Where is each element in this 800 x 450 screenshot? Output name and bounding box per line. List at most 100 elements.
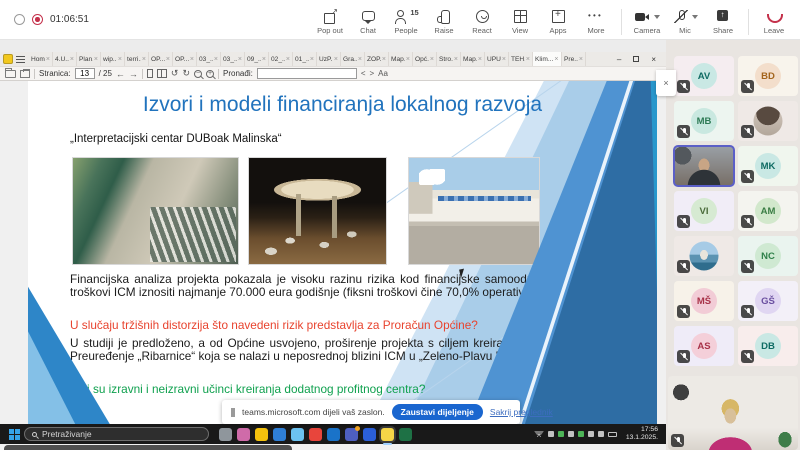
- participant-tile-self-woman[interactable]: [668, 376, 798, 450]
- start-button-icon[interactable]: [9, 429, 14, 434]
- pdf-tab-19[interactable]: Map...×: [461, 52, 485, 66]
- pdf-tab-15[interactable]: ZOP...×: [365, 52, 389, 66]
- chevron-down-icon[interactable]: [692, 15, 698, 19]
- pdf-tab-20[interactable]: UPU...×: [485, 52, 509, 66]
- tab-close-icon[interactable]: ×: [478, 56, 482, 63]
- tab-close-icon[interactable]: ×: [310, 56, 314, 63]
- pdf-tab-21[interactable]: TEH...×: [509, 52, 533, 66]
- tab-close-icon[interactable]: ×: [190, 56, 194, 63]
- zoom-in-icon[interactable]: +: [206, 70, 214, 78]
- meeting-control-popout[interactable]: Pop out: [312, 4, 348, 35]
- pdf-tab-16[interactable]: Map...×: [389, 52, 413, 66]
- window-minimize-button[interactable]: –: [617, 55, 621, 64]
- participant-tile-VI[interactable]: VI: [674, 191, 734, 231]
- pdf-tab-1[interactable]: Home×: [29, 52, 53, 66]
- back-arrow-icon[interactable]: ←: [116, 69, 125, 79]
- tab-close-icon[interactable]: ×: [334, 56, 338, 63]
- tray-app-icon[interactable]: [548, 431, 554, 437]
- pdf-tab-8[interactable]: 03_...×: [197, 52, 221, 66]
- find-input[interactable]: [257, 68, 357, 79]
- tab-close-icon[interactable]: ×: [526, 56, 530, 63]
- tab-close-icon[interactable]: ×: [142, 56, 146, 63]
- tab-close-icon[interactable]: ×: [502, 56, 506, 63]
- battery-icon[interactable]: [608, 432, 617, 437]
- meeting-control-view[interactable]: View: [502, 4, 538, 35]
- meeting-control-more[interactable]: More: [578, 4, 614, 35]
- zoom-out-icon[interactable]: −: [194, 70, 202, 78]
- find-previous-icon[interactable]: <: [361, 69, 366, 78]
- rotate-left-icon[interactable]: ↺: [171, 68, 179, 79]
- tray-shield-icon[interactable]: [558, 431, 564, 437]
- page-number-input[interactable]: [75, 68, 95, 79]
- tab-close-icon[interactable]: ×: [238, 56, 242, 63]
- find-next-icon[interactable]: >: [369, 69, 374, 78]
- participant-tile-GŠ[interactable]: GŠ: [738, 281, 798, 321]
- tab-close-icon[interactable]: ×: [94, 56, 98, 63]
- pdf-tab-17[interactable]: Opć...×: [413, 52, 437, 66]
- pdf-tab-18[interactable]: Stro...×: [437, 52, 461, 66]
- pdf-tab-10[interactable]: 09_...×: [245, 52, 269, 66]
- meeting-control-mic[interactable]: Mic: [667, 4, 703, 35]
- pdf-tab-13[interactable]: UzP...×: [317, 52, 341, 66]
- tab-close-icon[interactable]: ×: [406, 56, 410, 63]
- stop-sharing-button[interactable]: Zaustavi dijeljenje: [392, 404, 483, 420]
- tab-close-icon[interactable]: ×: [430, 56, 434, 63]
- taskbar-app-photos[interactable]: [363, 428, 376, 441]
- participant-tile-man-speaking[interactable]: [674, 146, 734, 186]
- taskbar-app-task-view[interactable]: [219, 428, 232, 441]
- taskbar-app-sumatra-pdf[interactable]: [381, 428, 394, 441]
- participant-tile-AM[interactable]: AM: [738, 191, 798, 231]
- meeting-control-people[interactable]: 15People: [388, 4, 424, 35]
- taskbar-app-file-explorer[interactable]: [255, 428, 268, 441]
- window-maximize-button[interactable]: [633, 55, 639, 64]
- pdf-tab-23[interactable]: Pre...×: [562, 52, 586, 66]
- tab-close-icon[interactable]: ×: [46, 56, 50, 63]
- pdf-tab-2[interactable]: 4.U...×: [53, 52, 77, 66]
- tab-close-icon[interactable]: ×: [118, 56, 122, 63]
- pause-sharing-icon[interactable]: [231, 408, 235, 417]
- tray-mic-icon[interactable]: [568, 431, 574, 437]
- pdf-tab-11[interactable]: 02_...×: [269, 52, 293, 66]
- taskbar-search[interactable]: Pretraživanje: [24, 427, 209, 441]
- match-case-toggle[interactable]: Aa: [378, 69, 388, 78]
- window-close-button[interactable]: ×: [651, 55, 656, 64]
- tab-close-icon[interactable]: ×: [454, 56, 458, 63]
- pdf-tab-22[interactable]: Klim...×: [533, 52, 562, 66]
- participant-tile-woman-portrait[interactable]: [738, 101, 798, 141]
- participant-tile-BD[interactable]: BD: [738, 56, 798, 96]
- pdf-tab-14[interactable]: Gra...×: [341, 52, 365, 66]
- tab-close-icon[interactable]: ×: [70, 56, 74, 63]
- taskbar-app-copilot[interactable]: [237, 428, 250, 441]
- participant-tile-MŠ[interactable]: MŠ: [674, 281, 734, 321]
- meeting-control-leave[interactable]: Leave: [756, 4, 792, 35]
- pdf-tab-4[interactable]: wip...×: [101, 52, 125, 66]
- taskbar-app-store[interactable]: [291, 428, 304, 441]
- wifi-icon[interactable]: [588, 431, 594, 437]
- tab-close-icon[interactable]: ×: [262, 56, 266, 63]
- chevron-up-icon[interactable]: ^: [534, 431, 544, 437]
- participant-tile-man-outdoors[interactable]: [674, 236, 734, 276]
- print-icon[interactable]: [20, 70, 30, 78]
- participant-tile-NC[interactable]: NC: [738, 236, 798, 276]
- tab-close-icon[interactable]: ×: [554, 56, 558, 63]
- taskbar-app-chrome[interactable]: [309, 428, 322, 441]
- notification-close-button[interactable]: ×: [656, 70, 676, 96]
- taskbar-app-outlook[interactable]: [327, 428, 340, 441]
- participant-tile-MK[interactable]: MK: [738, 146, 798, 186]
- pdf-tab-3[interactable]: Plan...×: [77, 52, 101, 66]
- participant-tile-AV[interactable]: AV: [674, 56, 734, 96]
- meeting-control-share[interactable]: Share: [705, 4, 741, 35]
- forward-arrow-icon[interactable]: →: [129, 69, 138, 79]
- meeting-control-raise[interactable]: Raise: [426, 4, 462, 35]
- tab-close-icon[interactable]: ×: [382, 56, 386, 63]
- pdf-tab-7[interactable]: OP...×: [173, 52, 197, 66]
- hide-browser-link[interactable]: Sakrij preglednik: [490, 407, 553, 417]
- pdf-tab-5[interactable]: terri...×: [125, 52, 149, 66]
- taskbar-app-excel[interactable]: [399, 428, 412, 441]
- participant-tile-DB[interactable]: DB: [738, 326, 798, 366]
- pdf-tab-6[interactable]: OP...×: [149, 52, 173, 66]
- meeting-control-camera[interactable]: Camera: [629, 4, 665, 35]
- taskbar-clock[interactable]: 17:56 13.1.2025.: [623, 426, 661, 442]
- pdf-tab-12[interactable]: 01_...×: [293, 52, 317, 66]
- volume-icon[interactable]: [598, 431, 604, 437]
